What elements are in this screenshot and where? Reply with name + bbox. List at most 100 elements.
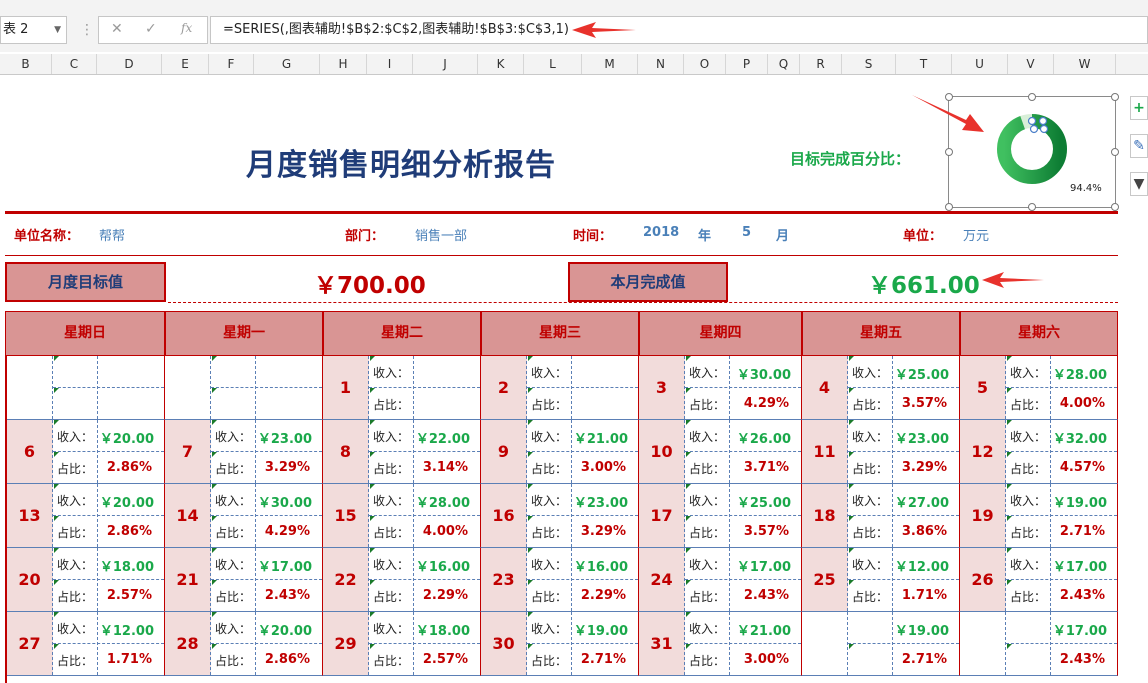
unit-name-label: 单位名称： — [14, 229, 80, 244]
calendar-day-cell[interactable]: 4 收入： 占比： ￥25.00 3.57% — [802, 356, 960, 420]
calendar-day-cell[interactable]: 27 收入： 占比： ￥12.00 1.71% — [7, 612, 165, 676]
calendar-day-cell[interactable]: 24 收入： 占比： ￥17.00 2.43% — [639, 548, 802, 612]
calendar-day-cell[interactable]: 9 收入： 占比： ￥21.00 3.00% — [481, 420, 639, 484]
calendar-day-cell[interactable]: 31 收入： 占比： ￥21.00 3.00% — [639, 612, 802, 676]
ratio-label: 占比： — [215, 462, 252, 476]
column-header-S[interactable]: S — [842, 54, 896, 74]
resize-handle[interactable] — [1028, 93, 1036, 101]
cell-divider — [571, 548, 572, 611]
drag-handle-icon[interactable]: ⋮ — [80, 22, 94, 38]
column-header-F[interactable]: F — [209, 54, 254, 74]
calendar-day-cell[interactable]: 23 收入： 占比： ￥16.00 2.29% — [481, 548, 639, 612]
ratio-value: 2.29% — [580, 588, 626, 603]
column-header-M[interactable]: M — [582, 54, 638, 74]
ratio-label: 占比： — [373, 526, 410, 540]
column-header-G[interactable]: G — [254, 54, 320, 74]
calendar-day-cell[interactable]: 5 收入： 占比： ￥28.00 4.00% — [960, 356, 1118, 420]
calendar-day-cell[interactable]: 3 收入： 占比： ￥30.00 4.29% — [639, 356, 802, 420]
point-handle[interactable] — [1038, 116, 1048, 126]
ratio-label: 占比： — [57, 526, 94, 540]
column-header-Q[interactable]: Q — [768, 54, 800, 74]
chart-style-brush-icon[interactable]: ✎ — [1130, 134, 1148, 158]
column-header-L[interactable]: L — [524, 54, 582, 74]
calendar-day-cell[interactable] — [7, 356, 165, 420]
calendar-day-cell[interactable]: 28 收入： 占比： ￥20.00 2.86% — [165, 612, 323, 676]
resize-handle[interactable] — [1111, 203, 1119, 211]
calendar-day-cell[interactable]: 22 收入： 占比： ￥16.00 2.29% — [323, 548, 481, 612]
calendar-day-cell[interactable]: 26 收入： 占比： ￥17.00 2.43% — [960, 548, 1118, 612]
resize-handle[interactable] — [945, 203, 953, 211]
column-header-V[interactable]: V — [1008, 54, 1054, 74]
point-handle[interactable] — [1039, 124, 1049, 134]
income-value: ￥16.00 — [573, 560, 628, 575]
error-indicator-icon — [686, 580, 691, 585]
chart-filter-icon[interactable]: ▼ — [1130, 172, 1148, 196]
income-value: ￥25.00 — [736, 496, 791, 511]
resize-handle[interactable] — [1111, 148, 1119, 156]
resize-handle[interactable] — [945, 148, 953, 156]
calendar-day-cell[interactable]: 2 收入： 占比： — [481, 356, 639, 420]
chevron-down-icon[interactable]: ▼ — [54, 17, 61, 43]
weekday-header: 星期日 — [5, 311, 165, 356]
column-header-K[interactable]: K — [478, 54, 524, 74]
column-header-O[interactable]: O — [684, 54, 726, 74]
column-header-B[interactable]: B — [0, 54, 52, 74]
confirm-icon[interactable]: ✓ — [145, 21, 157, 37]
income-label: 收入： — [689, 558, 726, 572]
column-header-R[interactable]: R — [800, 54, 842, 74]
calendar-day-cell[interactable]: ￥19.00 2.71% — [802, 612, 960, 676]
column-header-W[interactable]: W — [1054, 54, 1116, 74]
column-header-E[interactable]: E — [162, 54, 209, 74]
column-header-C[interactable]: C — [52, 54, 97, 74]
column-header-U[interactable]: U — [952, 54, 1008, 74]
calendar-day-cell[interactable]: 21 收入： 占比： ￥17.00 2.43% — [165, 548, 323, 612]
weekday-header: 星期二 — [323, 311, 481, 356]
calendar-day-cell[interactable]: 6 收入： 占比： ￥20.00 2.86% — [7, 420, 165, 484]
calendar-day-cell[interactable]: 29 收入： 占比： ￥18.00 2.57% — [323, 612, 481, 676]
calendar-day-cell[interactable]: 17 收入： 占比： ￥25.00 3.57% — [639, 484, 802, 548]
calendar-day-cell[interactable]: 12 收入： 占比： ￥32.00 4.57% — [960, 420, 1118, 484]
income-value: ￥25.00 — [894, 368, 949, 383]
cell-divider — [685, 643, 801, 644]
income-label: 收入： — [1010, 366, 1047, 380]
point-handle[interactable] — [1029, 124, 1039, 134]
column-header-P[interactable]: P — [726, 54, 768, 74]
calendar-day-cell[interactable]: 1 收入： 占比： — [323, 356, 481, 420]
column-header-T[interactable]: T — [896, 54, 952, 74]
month-unit: 月 — [776, 229, 790, 244]
calendar-day-cell[interactable]: 19 收入： 占比： ￥19.00 2.71% — [960, 484, 1118, 548]
add-chart-element-icon[interactable]: + — [1130, 96, 1148, 120]
cell-divider — [255, 612, 256, 675]
calendar-day-cell[interactable]: ￥17.00 2.43% — [960, 612, 1118, 676]
calendar-day-cell[interactable]: 20 收入： 占比： ￥18.00 2.57% — [7, 548, 165, 612]
resize-handle[interactable] — [1111, 93, 1119, 101]
calendar-day-cell[interactable]: 15 收入： 占比： ￥28.00 4.00% — [323, 484, 481, 548]
calendar-day-cell[interactable]: 7 收入： 占比： ￥23.00 3.29% — [165, 420, 323, 484]
column-header-I[interactable]: I — [367, 54, 413, 74]
calendar-day-cell[interactable]: 13 收入： 占比： ￥20.00 2.86% — [7, 484, 165, 548]
calendar-day-cell[interactable]: 10 收入： 占比： ￥26.00 3.71% — [639, 420, 802, 484]
calendar-day-cell[interactable]: 16 收入： 占比： ￥23.00 3.29% — [481, 484, 639, 548]
calendar-day-cell[interactable]: 25 收入： 占比： ￥12.00 1.71% — [802, 548, 960, 612]
column-header-H[interactable]: H — [320, 54, 367, 74]
calendar-day-cell[interactable]: 18 收入： 占比： ￥27.00 3.86% — [802, 484, 960, 548]
error-indicator-icon — [370, 580, 375, 585]
error-indicator-icon — [54, 548, 59, 553]
income-label: 收入： — [852, 558, 889, 572]
point-handle[interactable] — [1027, 116, 1037, 126]
insert-function-icon[interactable]: fx — [181, 21, 192, 35]
day-number: 25 — [802, 548, 848, 611]
calendar-day-cell[interactable]: 14 收入： 占比： ￥30.00 4.29% — [165, 484, 323, 548]
column-header-N[interactable]: N — [638, 54, 684, 74]
calendar-day-cell[interactable]: 30 收入： 占比： ￥19.00 2.71% — [481, 612, 639, 676]
resize-handle[interactable] — [1028, 203, 1036, 211]
name-box[interactable]: 表 2 ▼ — [0, 16, 67, 44]
calendar-day-cell[interactable] — [165, 356, 323, 420]
cell-divider — [211, 643, 322, 644]
column-header-J[interactable]: J — [413, 54, 478, 74]
cancel-icon[interactable]: ✕ — [111, 21, 123, 37]
calendar-day-cell[interactable]: 11 收入： 占比： ￥23.00 3.29% — [802, 420, 960, 484]
formula-input[interactable]: =SERIES(,图表辅助!$B$2:$C$2,图表辅助!$B$3:$C$3,1… — [210, 16, 1148, 44]
column-header-D[interactable]: D — [97, 54, 162, 74]
calendar-day-cell[interactable]: 8 收入： 占比： ￥22.00 3.14% — [323, 420, 481, 484]
